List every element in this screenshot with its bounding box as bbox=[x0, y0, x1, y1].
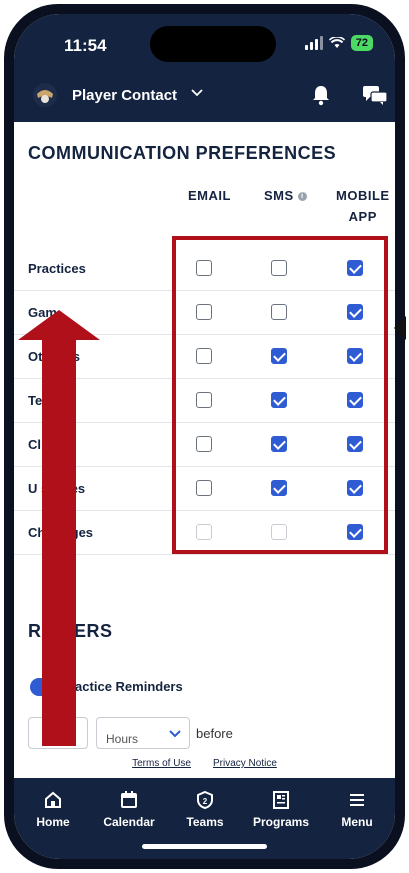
header-title[interactable]: Player Contact bbox=[72, 87, 177, 104]
tab-calendar[interactable]: Calendar bbox=[91, 788, 167, 829]
annotation-highlight-box bbox=[172, 236, 388, 554]
tab-teams-label: Teams bbox=[186, 815, 224, 829]
shield-icon: 2 bbox=[197, 790, 213, 810]
svg-text:2: 2 bbox=[203, 797, 208, 806]
chat-icon[interactable] bbox=[362, 84, 388, 106]
home-indicator bbox=[142, 844, 267, 849]
screen: 11:54 72 Player Contact COMMUNICATION PR… bbox=[14, 14, 395, 859]
annotation-side-pointer bbox=[394, 316, 406, 340]
home-icon bbox=[45, 791, 61, 808]
tab-home-label: Home bbox=[36, 815, 70, 829]
signal-icon bbox=[304, 36, 323, 50]
tab-programs-label: Programs bbox=[252, 815, 310, 829]
sms-column-label: SMS bbox=[264, 188, 294, 203]
email-column-header: EMAIL bbox=[188, 188, 231, 203]
reminder-unit-value: Hours bbox=[106, 732, 139, 746]
mobile-label-line2: APP bbox=[348, 209, 377, 224]
annotation-arrow-shaft bbox=[42, 334, 76, 746]
preference-row-label: Practices bbox=[28, 261, 86, 276]
tab-programs[interactable]: Programs bbox=[243, 788, 319, 829]
footer-links: Terms of Use Privacy Notice bbox=[14, 752, 395, 776]
mobile-label-line1: MOBILE bbox=[336, 188, 390, 203]
terms-link[interactable]: Terms of Use bbox=[132, 752, 191, 776]
info-icon[interactable]: i bbox=[297, 192, 307, 202]
reminder-unit-select[interactable]: Hours bbox=[96, 717, 190, 749]
menu-icon bbox=[350, 794, 364, 806]
chevron-down-icon[interactable] bbox=[190, 85, 204, 99]
status-icons: 72 bbox=[304, 35, 373, 51]
programs-icon bbox=[273, 791, 289, 809]
tab-menu-label: Menu bbox=[341, 815, 373, 829]
battery-icon: 72 bbox=[350, 35, 373, 51]
privacy-link[interactable]: Privacy Notice bbox=[213, 752, 277, 776]
wifi-icon bbox=[328, 37, 345, 48]
preferences-title: COMMUNICATION PREFERENCES bbox=[28, 143, 337, 163]
sms-column-header: SMS i bbox=[264, 185, 307, 206]
team-logo-icon[interactable] bbox=[32, 82, 58, 108]
calendar-icon bbox=[121, 791, 137, 808]
tab-teams[interactable]: 2 Teams bbox=[167, 788, 243, 829]
reminder-before-text: before bbox=[196, 726, 233, 741]
tab-calendar-label: Calendar bbox=[103, 815, 155, 829]
mobile-app-column-header: MOBILE APP bbox=[336, 185, 390, 227]
status-time: 11:54 bbox=[64, 36, 107, 55]
phone-frame: 11:54 72 Player Contact COMMUNICATION PR… bbox=[4, 4, 406, 869]
practice-reminders-label: ractice Reminders bbox=[70, 679, 183, 694]
tab-menu[interactable]: Menu bbox=[319, 788, 395, 829]
tab-home[interactable]: Home bbox=[15, 788, 91, 829]
chevron-down-icon bbox=[169, 730, 181, 738]
bell-icon[interactable] bbox=[311, 84, 331, 106]
dynamic-island bbox=[150, 26, 276, 62]
